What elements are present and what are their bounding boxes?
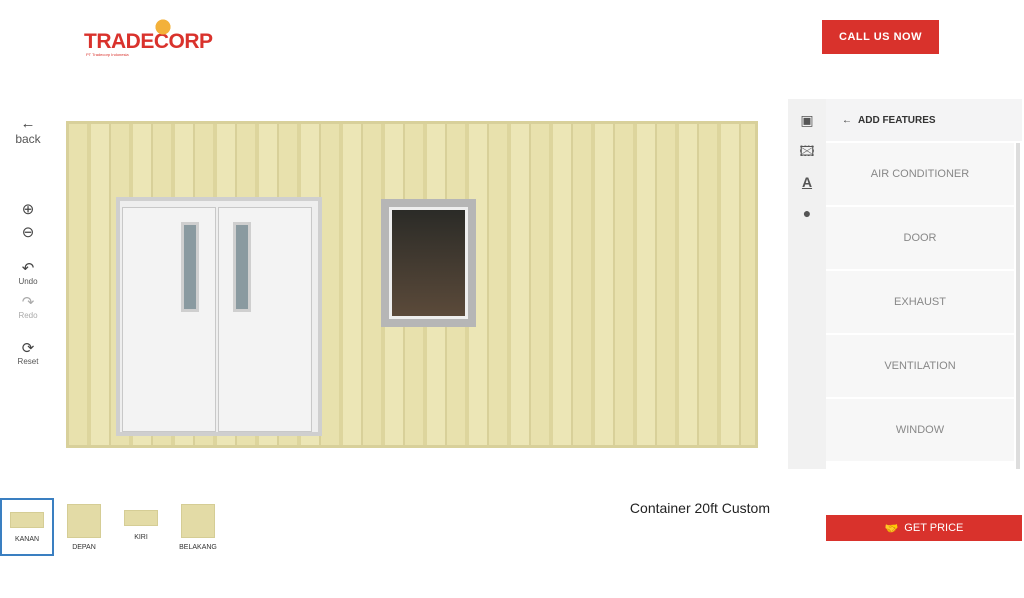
view-kanan[interactable]: KANAN: [0, 498, 54, 556]
feature-ventilation[interactable]: VENTILATION: [826, 335, 1014, 397]
undo-icon: ↶: [21, 260, 35, 277]
sun-icon: [150, 14, 176, 40]
features-icon[interactable]: ▣: [788, 105, 826, 136]
back-button[interactable]: ← back: [0, 115, 56, 147]
feature-window[interactable]: WINDOW: [826, 399, 1014, 461]
image-icon[interactable]: 🖾: [788, 136, 826, 167]
zoom-in-button[interactable]: ⊕: [0, 202, 56, 218]
feature-exhaust[interactable]: EXHAUST: [826, 271, 1014, 333]
feature-air-conditioner[interactable]: AIR CONDITIONER: [826, 143, 1014, 205]
product-title: Container 20ft Custom: [629, 500, 770, 516]
call-us-now-button[interactable]: CALL US NOW: [822, 20, 939, 54]
view-belakang[interactable]: BELAKANG: [171, 498, 225, 556]
text-icon[interactable]: A: [788, 167, 826, 198]
features-panel: ← ADD FEATURES AIR CONDITIONER DOOR EXHAU…: [826, 99, 1022, 469]
double-door[interactable]: [116, 197, 322, 436]
zoom-out-button[interactable]: ⊖: [0, 225, 56, 241]
view-depan[interactable]: DEPAN: [57, 498, 111, 556]
logo[interactable]: TRADECORP PT Tradecorp Indonesia: [84, 14, 213, 58]
panel-scrollbar[interactable]: [1016, 143, 1020, 469]
view-kiri[interactable]: KIRI: [114, 498, 168, 556]
feature-door[interactable]: DOOR: [826, 207, 1014, 269]
handshake-icon: 🤝: [884, 522, 899, 535]
undo-button[interactable]: ↶ Undo: [0, 260, 56, 287]
zoom-in-icon: ⊕: [21, 201, 35, 218]
redo-button[interactable]: ↷ Redo: [0, 294, 56, 321]
add-features-header[interactable]: ← ADD FEATURES: [826, 99, 1022, 141]
window-feature[interactable]: [381, 199, 476, 327]
arrow-left-icon: ←: [20, 115, 36, 132]
reset-button[interactable]: ⟳ Reset: [0, 340, 56, 367]
palette-icon[interactable]: ●: [788, 198, 826, 229]
panel-sidebar: ▣ 🖾 A ●: [788, 99, 826, 469]
reset-icon: ⟳: [21, 340, 35, 357]
redo-icon: ↷: [21, 294, 35, 311]
arrow-left-icon: ←: [842, 114, 852, 126]
get-price-button[interactable]: 🤝 GET PRICE: [826, 515, 1022, 541]
zoom-out-icon: ⊖: [21, 224, 35, 241]
